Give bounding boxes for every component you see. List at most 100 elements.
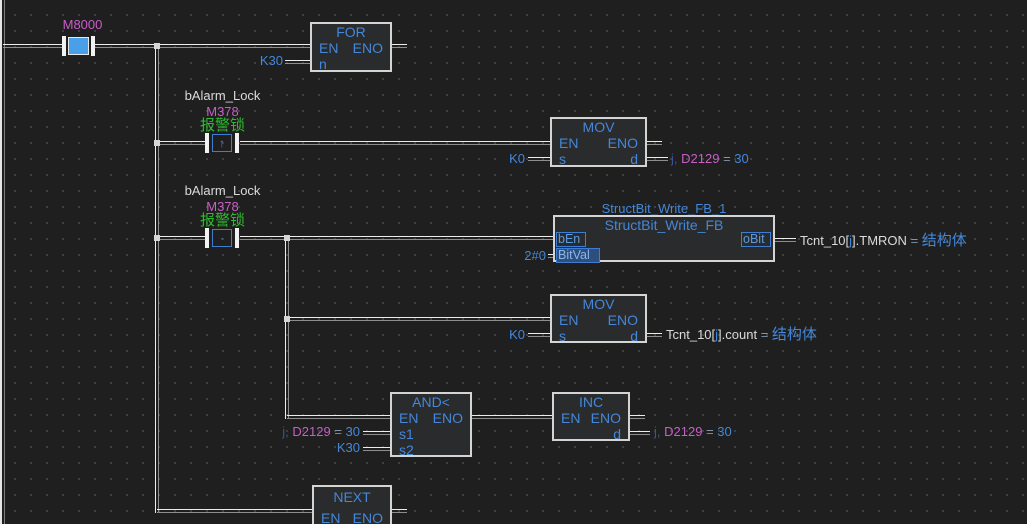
wire	[363, 447, 390, 451]
pin-en: EN	[399, 410, 418, 426]
and-s1-operand[interactable]: j, D2129 = 30	[240, 424, 360, 439]
wire	[392, 509, 407, 513]
monitor-value: 结构体	[922, 232, 967, 249]
wire	[647, 141, 662, 145]
pin-en: EN	[559, 135, 578, 151]
pin-s: s	[559, 328, 566, 344]
wire	[287, 317, 550, 321]
wire-junction	[284, 316, 290, 322]
contact-bracket	[205, 133, 209, 153]
wire	[630, 431, 650, 435]
and-s2-operand[interactable]: K30	[280, 440, 360, 455]
wire-junction	[154, 43, 160, 49]
block-title: FOR	[312, 24, 390, 40]
contact-comment: 报警锁	[160, 213, 285, 228]
contact-bracket	[235, 133, 239, 153]
wire	[285, 60, 310, 64]
fb-bitval-operand[interactable]: 2#0	[468, 248, 546, 263]
label-name: Tcnt_10[	[800, 233, 849, 248]
pin-s1: s1	[399, 426, 414, 442]
pin-en: EN	[559, 312, 578, 328]
pin-en: EN	[319, 40, 338, 56]
mov-block-2[interactable]: MOV EN ENO s d	[550, 294, 647, 343]
block-title: MOV	[552, 296, 645, 312]
pin-d: d	[613, 426, 621, 442]
contact-label: bAlarm_Lock	[160, 183, 285, 198]
contact-on-indicator	[68, 37, 89, 55]
pin-eno: ENO	[433, 410, 463, 426]
fb-obit-operand[interactable]: Tcnt_10[j].TMRON = 结构体	[800, 233, 967, 248]
wire	[363, 431, 390, 435]
wire	[647, 333, 662, 337]
pin-s2: s2	[399, 442, 414, 458]
pin-s: s	[559, 151, 566, 167]
wire	[3, 44, 62, 48]
pin-eno: ENO	[591, 410, 621, 426]
mov2-d-operand[interactable]: Tcnt_10[j].count = 结构体	[666, 327, 817, 342]
wire	[528, 333, 550, 337]
equals-sign: =	[706, 424, 714, 439]
fb-pin-ben[interactable]: bEn	[556, 232, 586, 247]
monitor-value: 结构体	[772, 326, 817, 343]
wire	[647, 157, 668, 161]
equals-sign: =	[761, 327, 769, 342]
monitor-value: 30	[717, 424, 731, 439]
wire	[392, 44, 407, 48]
device-name: D2129	[681, 151, 719, 166]
block-title: INC	[554, 394, 628, 410]
power-rail	[0, 0, 5, 524]
equals-sign: =	[723, 151, 731, 166]
for-block[interactable]: FOR EN ENO n	[310, 22, 392, 72]
branch-wire-vertical	[285, 236, 289, 419]
block-title: AND<	[392, 394, 470, 410]
next-block[interactable]: NEXT EN ENO	[312, 485, 392, 524]
pin-n: n	[319, 56, 327, 72]
wire-junction	[154, 140, 160, 146]
and-lt-block[interactable]: AND< EN ENO s1 s2	[390, 392, 472, 457]
fb-instance-name[interactable]: StructBit_Write_FB_1	[553, 201, 775, 216]
pin-eno: ENO	[608, 135, 638, 151]
wire	[528, 157, 550, 161]
ladder-editor-canvas[interactable]: M8000 FOR EN ENO n K30 bAlarm_Lock M378 …	[0, 0, 1027, 524]
mov1-d-operand[interactable]: j, D2129 = 30	[671, 151, 749, 166]
pin-en: EN	[561, 410, 580, 426]
contact-device-label: M8000	[40, 17, 125, 32]
rising-edge-icon: ↑	[212, 134, 232, 152]
wire-junction	[284, 235, 290, 241]
wire	[157, 509, 312, 513]
equals-sign: =	[334, 424, 342, 439]
mov-block-1[interactable]: MOV EN ENO s d	[550, 117, 647, 167]
pin-en: EN	[321, 510, 340, 524]
label-member: ].count	[718, 327, 757, 342]
contact-bracket	[91, 36, 95, 56]
label-member: ].TMRON	[852, 233, 907, 248]
branch-wire-vertical	[155, 44, 159, 513]
fb-pin-obit[interactable]: oBit	[741, 232, 771, 247]
index-prefix: j,	[282, 424, 289, 439]
wire	[95, 44, 310, 48]
pin-eno: ENO	[353, 40, 383, 56]
wire	[157, 236, 205, 240]
mov2-s-operand[interactable]: K0	[445, 327, 525, 342]
device-name: D2129	[292, 424, 330, 439]
mov1-s-operand[interactable]: K0	[445, 151, 525, 166]
contact-bracket	[235, 228, 239, 248]
contact-bracket	[62, 36, 66, 56]
device-name: D2129	[664, 424, 702, 439]
equals-sign: =	[911, 233, 919, 248]
wire	[630, 415, 645, 419]
pin-eno: ENO	[608, 312, 638, 328]
inc-block[interactable]: INC EN ENO d	[552, 392, 630, 441]
label-name: Tcnt_10[	[666, 327, 715, 342]
wire	[287, 415, 390, 419]
block-title: MOV	[552, 119, 645, 135]
edge-contact-icon: ·	[212, 229, 232, 247]
fb-pin-bitval[interactable]: BitVal	[556, 248, 600, 263]
monitor-value: 30	[346, 424, 360, 439]
index-prefix: j,	[671, 151, 678, 166]
for-n-operand[interactable]: K30	[203, 53, 283, 68]
contact-bracket	[205, 228, 209, 248]
block-title: StructBit_Write_FB	[555, 217, 773, 233]
inc-d-operand[interactable]: j, D2129 = 30	[654, 424, 732, 439]
wire	[240, 141, 550, 145]
